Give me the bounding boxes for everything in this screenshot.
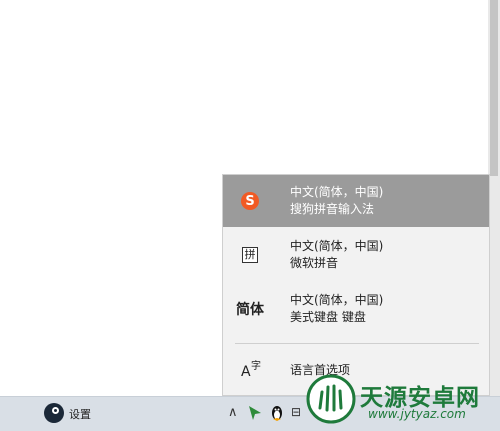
language-icon: A 字 — [241, 361, 261, 380]
ime-item-sogou[interactable]: S 中文(简体，中国) 搜狗拼音输入法 — [223, 175, 489, 227]
ime-item-name: 搜狗拼音输入法 — [290, 202, 375, 216]
ime-item-language: 中文(简体，中国) — [290, 293, 384, 307]
ime-item-language: 中文(简体，中国) — [290, 185, 384, 199]
taskbar-settings-button[interactable]: 设置 — [38, 397, 108, 431]
pinyin-icon: 拼 — [235, 243, 265, 267]
taskbar-settings-label: 设置 — [69, 408, 91, 421]
menu-divider — [235, 343, 479, 344]
scrollbar-thumb[interactable] — [490, 0, 498, 176]
network-icon[interactable]: ⊟ — [291, 405, 301, 419]
watermark-url: www.jytyaz.com — [368, 407, 466, 421]
input-method-menu: S 中文(简体，中国) 搜狗拼音输入法 拼 中文(简体，中国) 微软拼音 简体 … — [222, 174, 490, 396]
ime-item-language: 中文(简体，中国) — [290, 239, 384, 253]
tray-expand-icon[interactable]: ∧ — [228, 405, 238, 420]
sogou-icon: S — [235, 189, 265, 213]
ime-item-microsoft-pinyin[interactable]: 拼 中文(简体，中国) 微软拼音 — [223, 229, 489, 281]
qq-penguin-icon[interactable] — [270, 404, 284, 422]
ime-item-us-keyboard[interactable]: 简体 中文(简体，中国) 美式键盘 键盘 — [223, 283, 489, 335]
watermark-logo-icon — [306, 374, 356, 424]
ime-item-name: 美式键盘 键盘 — [290, 310, 366, 324]
tray-arrow-icon[interactable] — [248, 405, 262, 421]
jianti-icon: 简体 — [236, 302, 264, 318]
ime-item-name: 微软拼音 — [290, 256, 339, 270]
watermark: 天源安卓网 www.jytyaz.com — [306, 372, 500, 430]
steam-icon — [44, 403, 64, 423]
